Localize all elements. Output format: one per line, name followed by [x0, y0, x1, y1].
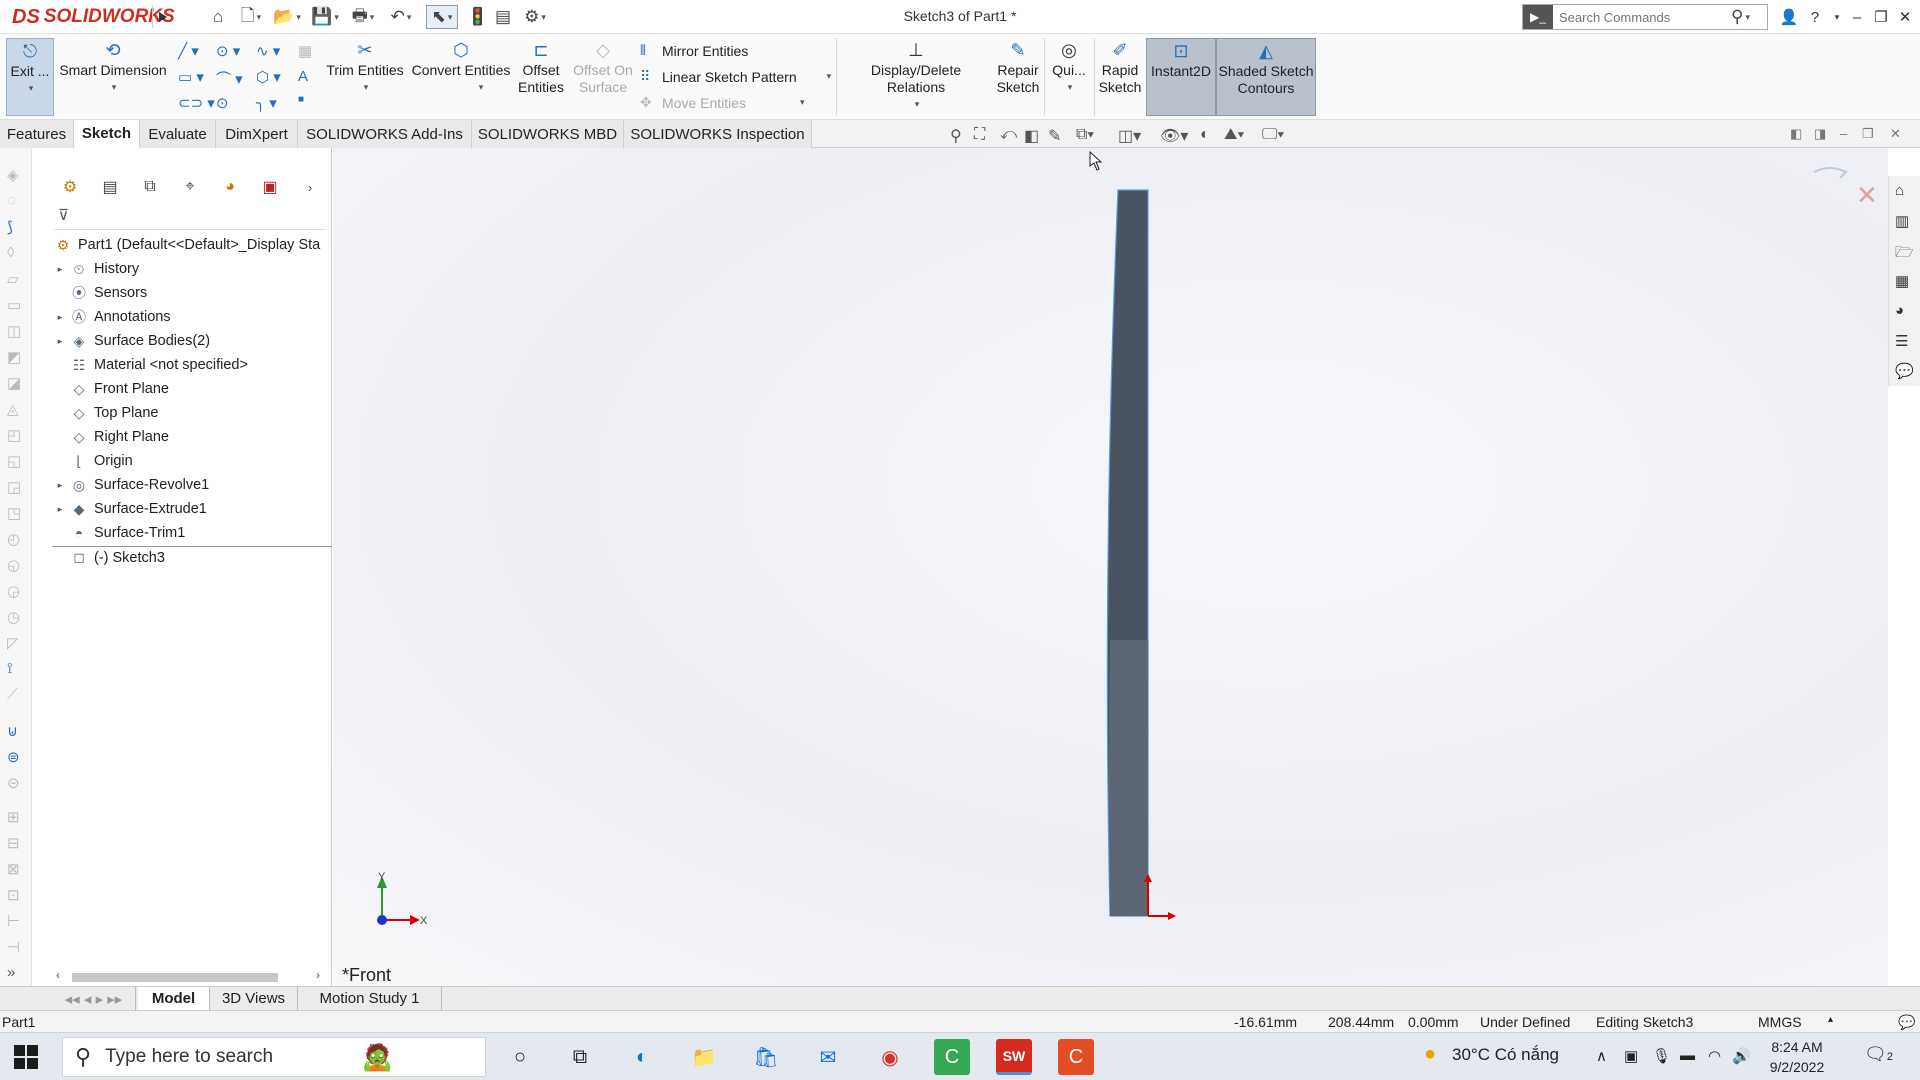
- surface-part-lower-face[interactable]: [1109, 640, 1148, 916]
- file-explorer-icon[interactable]: 🗁: [1895, 242, 1914, 267]
- windows-taskbar: ⚲ Type here to search 🧟 ○ ⧉ ◐ 📁 🛍 ✉ ◉ C …: [0, 1032, 1920, 1080]
- triad-y-label: Y: [378, 871, 386, 883]
- triad-x-label: X: [420, 915, 428, 927]
- clock-time: 8:24 AM: [1771, 1039, 1823, 1055]
- taskbar-search-box[interactable]: ⚲ Type here to search 🧟: [62, 1037, 486, 1077]
- status-comment-icon[interactable]: 💬: [1898, 1014, 1915, 1031]
- triad-x-arrowhead: [410, 915, 420, 925]
- search-highlight-icon[interactable]: 🧟: [361, 1042, 393, 1073]
- red-app-icon[interactable]: C: [1058, 1039, 1094, 1075]
- clock-date: 9/2/2022: [1769, 1059, 1825, 1075]
- taskbar-search-icon: ⚲: [75, 1044, 92, 1069]
- microsoft-store-icon[interactable]: 🛍: [748, 1039, 784, 1075]
- cortana-icon[interactable]: ○: [502, 1039, 538, 1075]
- units-dropdown-icon[interactable]: ▴: [1828, 1014, 1833, 1025]
- mail-icon[interactable]: ✉: [810, 1039, 846, 1075]
- status-x-coord: -16.61mm: [1234, 1014, 1298, 1030]
- graphics-overlay: Y X ✕: [377, 150, 1878, 927]
- custom-properties-icon[interactable]: ☰: [1895, 332, 1908, 350]
- status-z-coord: 0.00mm: [1408, 1014, 1459, 1030]
- chrome-icon[interactable]: ◉: [872, 1039, 908, 1075]
- bottom-tabs: ◂◂ ◂ ▸ ▸▸ Model 3D Views Motion Study 1: [0, 986, 1920, 1010]
- weather-text[interactable]: 30°C Có nắng: [1452, 1045, 1559, 1065]
- forum-icon[interactable]: 💬: [1895, 362, 1914, 380]
- status-sketch-state: Under Defined: [1480, 1014, 1571, 1030]
- solidworks-resources-icon[interactable]: ⌂: [1895, 182, 1904, 199]
- show-hidden-icons-icon[interactable]: ∧: [1596, 1047, 1607, 1065]
- file-explorer-taskbar-icon[interactable]: 📁: [686, 1039, 722, 1075]
- green-app-icon[interactable]: C: [934, 1039, 970, 1075]
- status-bar: Part1 -16.61mm 208.44mm 0.00mm Under Def…: [0, 1010, 1920, 1032]
- confirm-corner-cancel-icon[interactable]: ✕: [1856, 180, 1878, 210]
- appearances-icon[interactable]: ◕: [1895, 302, 1904, 319]
- status-units[interactable]: MMGS: [1758, 1014, 1802, 1030]
- view-palette-icon[interactable]: ▦: [1895, 272, 1909, 290]
- windows-start-icon[interactable]: [14, 1045, 38, 1069]
- wifi-icon[interactable]: ◠: [1708, 1047, 1721, 1065]
- notification-center-icon[interactable]: 🗨2: [1864, 1044, 1893, 1065]
- status-part-name: Part1: [2, 1014, 36, 1030]
- mouse-cursor: [1089, 150, 1103, 171]
- tab-model[interactable]: Model: [138, 987, 210, 1010]
- view-name: *Front: [342, 965, 392, 985]
- volume-icon[interactable]: 🔊: [1732, 1047, 1751, 1065]
- triad-z-axis: [377, 915, 387, 925]
- weather-icon[interactable]: ●: [1424, 1043, 1436, 1066]
- edge-icon[interactable]: ◐: [624, 1039, 660, 1075]
- solidworks-taskbar-icon[interactable]: SW: [996, 1039, 1032, 1075]
- confirm-corner-accept-icon[interactable]: [1813, 167, 1848, 179]
- clock[interactable]: 8:24 AM 9/2/2022: [1752, 1037, 1842, 1077]
- design-library-icon[interactable]: ▥: [1895, 212, 1909, 230]
- tab-scroll-icons[interactable]: ◂◂ ◂ ▸ ▸▸: [52, 987, 136, 1010]
- origin-x-arrowhead: [1168, 912, 1176, 920]
- meet-now-icon[interactable]: ▣: [1624, 1047, 1638, 1065]
- status-editing: Editing Sketch3: [1596, 1014, 1694, 1030]
- task-view-icon[interactable]: ⧉: [562, 1039, 598, 1075]
- tab-3d-views[interactable]: 3D Views: [210, 987, 298, 1010]
- battery-icon[interactable]: ▬: [1680, 1047, 1695, 1064]
- task-pane: ⌂ ▥ 🗁 ▦ ◕ ☰ 💬: [1888, 176, 1920, 386]
- status-y-coord: 208.44mm: [1328, 1014, 1395, 1030]
- microphone-icon[interactable]: 🎙: [1652, 1047, 1671, 1065]
- tab-motion-study[interactable]: Motion Study 1: [298, 987, 442, 1010]
